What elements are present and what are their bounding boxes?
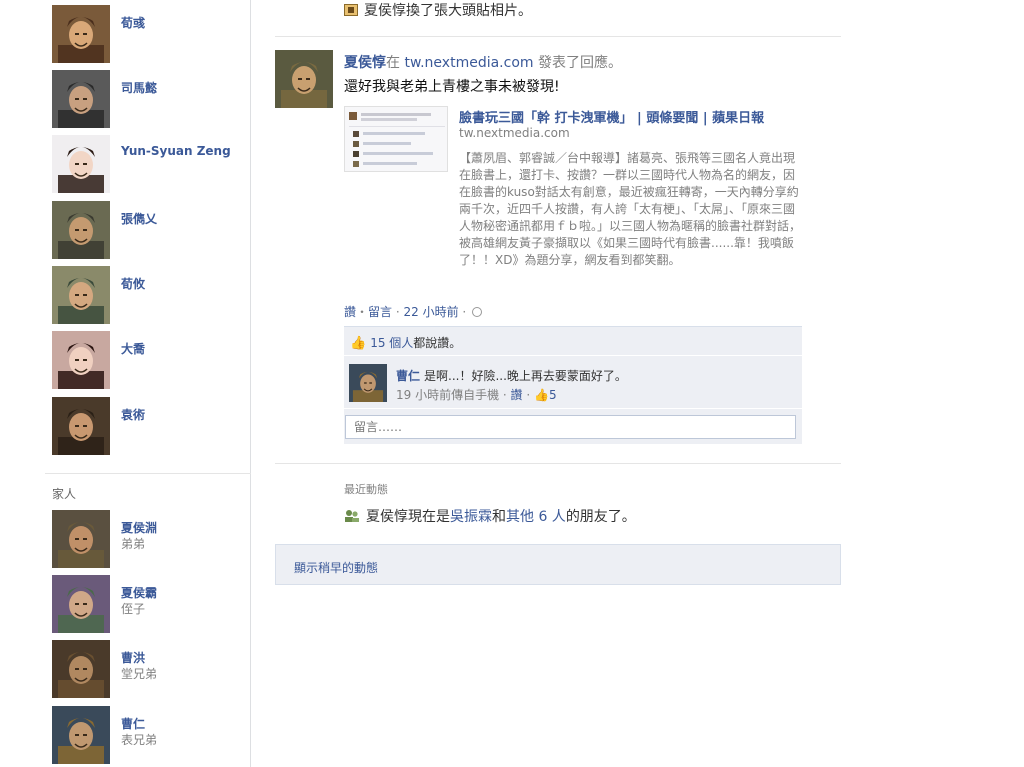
avatar[interactable] bbox=[52, 70, 110, 128]
globe-icon bbox=[472, 307, 483, 317]
comment-link[interactable]: 留言 bbox=[368, 305, 392, 319]
separator: · bbox=[392, 305, 404, 319]
link-thumbnail[interactable] bbox=[344, 106, 448, 172]
like-link[interactable]: 讚 bbox=[344, 305, 356, 319]
friend-item[interactable]: 大喬 bbox=[52, 331, 242, 389]
profile-photo-story: 夏侯惇換了張大頭貼相片。 bbox=[344, 0, 532, 20]
thumbs-up-icon: 👍 bbox=[350, 336, 367, 351]
divider bbox=[344, 355, 802, 356]
older-posts-link[interactable]: 顯示稍早的動態 bbox=[294, 559, 378, 576]
comment-time: 19 小時前傳自手機 bbox=[396, 388, 500, 402]
avatar[interactable] bbox=[52, 575, 110, 633]
family-relation: 侄子 bbox=[121, 602, 146, 616]
friend-item[interactable]: 荀攸 bbox=[52, 266, 242, 324]
separator: · bbox=[522, 388, 535, 402]
friend-name-link[interactable]: 荀攸 bbox=[121, 275, 145, 292]
friend-item[interactable]: 荀彧 bbox=[52, 5, 242, 63]
avatar[interactable] bbox=[52, 397, 110, 455]
comment-author-link[interactable]: 曹仁 bbox=[396, 369, 420, 383]
family-item[interactable]: 曹洪 堂兄弟 bbox=[52, 640, 242, 698]
older-posts-bar[interactable]: 顯示稍早的動態 bbox=[275, 544, 841, 585]
friend-item[interactable]: Yun-Syuan Zeng bbox=[52, 135, 242, 193]
recent-suffix: 的朋友了。 bbox=[565, 509, 636, 525]
friend-item[interactable]: 袁術 bbox=[52, 397, 242, 455]
recent-activity-heading: 最近動態 bbox=[344, 483, 388, 496]
friend-item[interactable]: 司馬懿 bbox=[52, 70, 242, 128]
family-item[interactable]: 夏侯霸 侄子 bbox=[52, 575, 242, 633]
avatar[interactable] bbox=[52, 640, 110, 698]
avatar[interactable] bbox=[52, 510, 110, 568]
divider bbox=[275, 463, 841, 464]
friend-name-link[interactable]: 張儁乂 bbox=[121, 210, 157, 227]
friend-name-link[interactable]: 袁術 bbox=[121, 406, 145, 423]
avatar[interactable] bbox=[52, 331, 110, 389]
divider bbox=[45, 473, 251, 474]
link-domain: tw.nextmedia.com bbox=[459, 126, 570, 140]
avatar[interactable] bbox=[52, 135, 110, 193]
link-title[interactable]: 臉書玩三國「幹 打卡洩軍機」 | 頭條要聞 | 蘋果日報 bbox=[459, 107, 764, 126]
friend-name-link[interactable]: 荀彧 bbox=[121, 14, 145, 31]
comment-text: 是啊...！好險...晚上再去要蒙面好了。 bbox=[424, 369, 627, 383]
comment-body: 曹仁 是啊...！好險...晚上再去要蒙面好了。 bbox=[396, 367, 627, 384]
avatar[interactable] bbox=[52, 266, 110, 324]
divider bbox=[344, 408, 802, 409]
link-description: 【蕭夙眉、郭睿誠／台中報導】諸葛亮、張飛等三國名人竟出現在臉書上，還打卡、按讚？… bbox=[459, 151, 802, 267]
comment-author-avatar[interactable] bbox=[349, 364, 387, 402]
post-author-avatar[interactable] bbox=[275, 50, 333, 108]
friend-link[interactable]: 吳振霖 bbox=[450, 509, 492, 525]
family-name-link[interactable]: 曹仁 bbox=[121, 715, 145, 732]
family-heading: 家人 bbox=[52, 487, 77, 501]
family-relation: 表兄弟 bbox=[121, 733, 158, 747]
family-item[interactable]: 夏侯淵 弟弟 bbox=[52, 510, 242, 568]
avatar[interactable] bbox=[52, 706, 110, 764]
comment-like-link[interactable]: 讚 bbox=[511, 388, 523, 402]
separator: ・ bbox=[356, 305, 369, 319]
family-name-link[interactable]: 夏侯淵 bbox=[121, 519, 157, 536]
avatar[interactable] bbox=[52, 201, 110, 259]
friend-name-link[interactable]: 大喬 bbox=[121, 340, 145, 357]
post-verb-prefix: 在 bbox=[386, 55, 400, 71]
family-relation: 弟弟 bbox=[121, 537, 146, 551]
likes-suffix: 都說讚。 bbox=[413, 336, 462, 350]
separator: · bbox=[458, 305, 471, 319]
post-author-link[interactable]: 夏侯惇 bbox=[344, 55, 386, 71]
friend-name-link[interactable]: 司馬懿 bbox=[121, 79, 157, 96]
post-header: 夏侯惇在 tw.nextmedia.com 發表了回應。 bbox=[344, 52, 622, 72]
comment-input[interactable] bbox=[345, 415, 796, 439]
post-site-link[interactable]: tw.nextmedia.com bbox=[404, 55, 533, 71]
sidebar: 荀彧司馬懿 Yun-Syuan Zeng 張儁乂荀攸大喬袁術 家人 夏侯淵 弟弟夏侯霸… bbox=[0, 0, 251, 767]
photo-icon bbox=[344, 4, 358, 16]
recent-prefix: 夏侯惇現在是 bbox=[366, 509, 450, 525]
recent-middle: 和 bbox=[492, 509, 506, 525]
recent-activity-story: 夏侯惇現在是吳振霖和其他 6 人的朋友了。 bbox=[344, 506, 636, 526]
post-actions: 讚・留言 · 22 小時前 · bbox=[344, 303, 483, 320]
timestamp-link[interactable]: 22 小時前 bbox=[404, 305, 459, 319]
comment-like-count[interactable]: 5 bbox=[549, 388, 557, 402]
family-relation: 堂兄弟 bbox=[121, 667, 158, 681]
divider bbox=[275, 36, 841, 37]
family-name-link[interactable]: 夏侯霸 bbox=[121, 584, 157, 601]
thumbs-up-icon: 👍 bbox=[534, 388, 549, 402]
others-link[interactable]: 其他 6 人 bbox=[506, 509, 566, 525]
comment-meta: 19 小時前傳自手機 · 讚 · 👍5 bbox=[396, 386, 557, 403]
separator: · bbox=[499, 388, 511, 402]
post-message: 還好我與老弟上青樓之事未被發現! bbox=[344, 79, 560, 95]
family-name-link[interactable]: 曹洪 bbox=[121, 649, 145, 666]
friends-icon bbox=[344, 509, 360, 523]
likes-row: 👍 15 個人都說讚。 bbox=[350, 334, 461, 351]
feedback-box: 👍 15 個人都說讚。 曹仁 是啊...！好險...晚上再去要蒙面好了。 19 小時… bbox=[344, 326, 802, 444]
friend-name-link[interactable]: Yun-Syuan Zeng bbox=[121, 144, 231, 158]
post-verb-suffix: 發表了回應。 bbox=[533, 55, 622, 71]
avatar[interactable] bbox=[52, 5, 110, 63]
friend-item[interactable]: 張儁乂 bbox=[52, 201, 242, 259]
likes-count-link[interactable]: 15 個人 bbox=[370, 336, 413, 350]
profile-photo-story-text: 夏侯惇換了張大頭貼相片。 bbox=[364, 3, 532, 19]
family-item[interactable]: 曹仁 表兄弟 bbox=[52, 706, 242, 764]
